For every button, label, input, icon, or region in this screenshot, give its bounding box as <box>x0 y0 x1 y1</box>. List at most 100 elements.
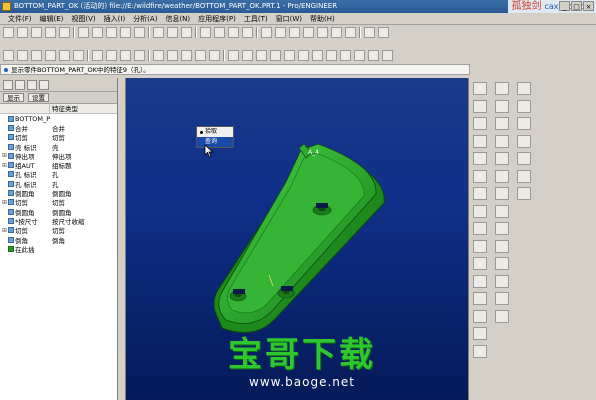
sketch-line-icon[interactable] <box>517 82 531 95</box>
panel-splitter[interactable] <box>118 78 126 400</box>
warp-tool-icon[interactable] <box>495 257 509 270</box>
spin-center-icon[interactable] <box>153 49 164 61</box>
save-icon[interactable] <box>31 26 42 38</box>
folder-browser-tab-icon[interactable] <box>15 80 25 90</box>
menu-analysis[interactable]: 分析(A) <box>129 14 161 24</box>
shell-tool-icon[interactable] <box>473 274 487 288</box>
plane-display-icon[interactable] <box>92 49 103 61</box>
undo-icon[interactable] <box>78 26 89 38</box>
style-tool-icon[interactable] <box>495 239 509 253</box>
csys-display-icon[interactable] <box>134 49 145 61</box>
relations-icon[interactable] <box>195 49 206 61</box>
project-icon[interactable] <box>368 49 379 61</box>
menu-help[interactable]: 帮助(H) <box>306 14 339 24</box>
connections-tab-icon[interactable] <box>39 80 49 90</box>
annotation-tool-icon[interactable] <box>495 292 509 305</box>
mirror-icon[interactable] <box>256 49 267 61</box>
zoom-out-icon[interactable] <box>289 26 300 38</box>
point-display-icon[interactable] <box>120 49 131 61</box>
thicken-tool-icon[interactable] <box>495 187 509 200</box>
model-tree-tab-icon[interactable] <box>3 80 13 90</box>
menu-applications[interactable]: 应用程序(P) <box>194 14 240 24</box>
model-display-icon[interactable] <box>17 49 28 61</box>
analysis-tool-icon[interactable] <box>495 309 509 323</box>
feature-icon[interactable] <box>228 49 239 61</box>
datum-plane-icon[interactable] <box>200 26 211 38</box>
datum-plane-tool-icon[interactable] <box>473 82 487 95</box>
email-icon[interactable] <box>59 26 70 38</box>
wireframe-icon[interactable] <box>31 49 42 61</box>
open-file-icon[interactable] <box>17 26 28 38</box>
menu-tools[interactable]: 工具(T) <box>240 14 272 24</box>
solidify-tool-icon[interactable] <box>495 204 509 218</box>
print-icon[interactable] <box>45 26 56 38</box>
find-icon[interactable] <box>167 26 178 38</box>
csys-tool-icon[interactable] <box>473 152 487 165</box>
settings-dropdown[interactable]: 设置 <box>28 93 49 102</box>
coord-sys-icon[interactable] <box>242 26 253 38</box>
minimize-button[interactable]: _ <box>559 1 570 11</box>
axis-display-icon[interactable] <box>106 49 117 61</box>
cosmetic-tool-icon[interactable] <box>495 274 509 288</box>
cut-icon[interactable] <box>106 26 117 38</box>
sweep-tool-icon[interactable] <box>473 222 487 235</box>
sketch-arc-icon[interactable] <box>517 134 531 148</box>
close-button[interactable]: × <box>583 1 594 11</box>
sketch-spline-icon[interactable] <box>517 152 531 165</box>
favorites-tab-icon[interactable] <box>27 80 37 90</box>
datum-curve-tool-icon[interactable] <box>473 117 487 130</box>
repaint-icon[interactable] <box>261 26 272 38</box>
new-file-icon[interactable] <box>3 26 14 38</box>
pattern-icon[interactable] <box>242 49 253 61</box>
sketch-rect-icon[interactable] <box>517 99 531 113</box>
paste-icon[interactable] <box>134 26 145 38</box>
measure-icon[interactable] <box>181 49 192 61</box>
hole-tool-icon[interactable] <box>473 257 487 270</box>
tree-row[interactable]: 倒角 倒角 <box>0 235 117 244</box>
menu-item-pick[interactable]: 拾取 <box>197 127 233 137</box>
no-hidden-icon[interactable] <box>59 49 70 61</box>
menu-edit[interactable]: 编辑(E) <box>36 14 68 24</box>
merge-icon[interactable] <box>270 49 281 61</box>
copy-icon[interactable] <box>120 26 131 38</box>
trim-icon[interactable] <box>284 49 295 61</box>
filter-icon[interactable] <box>382 49 393 61</box>
boundary-blend-tool-icon[interactable] <box>495 222 509 235</box>
thicken-icon[interactable] <box>326 49 337 61</box>
tree-row[interactable]: 倒圆角 倒圆角 <box>0 188 117 198</box>
color-appearance-icon[interactable] <box>3 49 14 61</box>
menu-insert[interactable]: 插入(I) <box>100 14 130 24</box>
parameters-icon[interactable] <box>209 49 220 61</box>
datum-axis-tool-icon[interactable] <box>473 99 487 113</box>
tree-row[interactable]: 切剪 切剪 <box>0 133 117 142</box>
sketch-icon[interactable] <box>364 26 375 38</box>
regenerate-icon[interactable] <box>153 26 164 38</box>
analysis-icon[interactable] <box>167 49 178 61</box>
chamfer-tool-icon[interactable] <box>473 344 487 358</box>
menu-file[interactable]: 文件(F) <box>4 14 36 24</box>
menu-info[interactable]: 信息(N) <box>161 14 194 24</box>
extend-tool-icon[interactable] <box>495 152 509 165</box>
tree-row[interactable]: *按尺寸 按尺寸收缩 <box>0 216 117 226</box>
sketch-point-icon[interactable] <box>517 169 531 183</box>
tree-row[interactable]: ⊞ 切剪 切剪 <box>0 226 117 235</box>
sketch-circle-icon[interactable] <box>517 117 531 130</box>
tree-row[interactable]: 孔 标识孔 <box>0 179 117 188</box>
select-icon[interactable] <box>181 26 192 38</box>
trim-tool-icon[interactable] <box>495 134 509 148</box>
help-icon[interactable] <box>378 26 389 38</box>
merge-tool-icon[interactable] <box>495 117 509 130</box>
blend-tool-icon[interactable] <box>473 239 487 253</box>
tree-row[interactable]: ⊞ 组AUT 组标题 <box>0 160 117 170</box>
sketch-tool-icon[interactable] <box>473 169 487 183</box>
offset-icon[interactable] <box>312 49 323 61</box>
maximize-button[interactable]: □ <box>571 1 582 11</box>
rib-tool-icon[interactable] <box>473 292 487 305</box>
pattern-tool-icon[interactable] <box>495 82 509 95</box>
shading-icon[interactable] <box>73 49 84 61</box>
tree-column-type[interactable]: 特征类型 <box>50 104 78 113</box>
saved-views-icon[interactable] <box>331 26 342 38</box>
extend-icon[interactable] <box>298 49 309 61</box>
bottom-part-model[interactable] <box>213 143 385 333</box>
fit-icon[interactable] <box>303 26 314 38</box>
